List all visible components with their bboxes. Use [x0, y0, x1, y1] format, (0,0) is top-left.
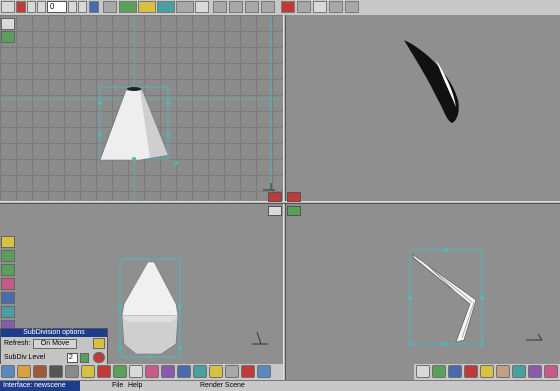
bottom-toolbar-right	[414, 364, 560, 380]
bottom-tool-1-icon[interactable]	[1, 365, 15, 378]
record-button[interactable]	[16, 1, 26, 13]
file-menu[interactable]: File	[112, 381, 123, 391]
on-move-button[interactable]: On Move	[33, 339, 77, 349]
viewport-front[interactable]	[0, 15, 283, 201]
side-spline-icon[interactable]	[1, 264, 15, 276]
bottom-right-tool-8-icon[interactable]	[528, 365, 542, 378]
undo-icon[interactable]	[281, 1, 295, 13]
bottom-tool-14-icon[interactable]	[209, 365, 223, 378]
bottom-right-tool-1-icon[interactable]	[416, 365, 430, 378]
top-toolbar: 0	[0, 0, 560, 16]
bottom-tool-7-icon[interactable]	[97, 365, 111, 378]
bottom-tool-2-icon[interactable]	[17, 365, 31, 378]
bottom-tool-8-icon[interactable]	[113, 365, 127, 378]
subdiv-level-label: SubDiv Level	[4, 354, 46, 361]
subdivision-panel: SubDivision options Refresh: On Move Sub…	[0, 328, 108, 366]
side-scene-icon[interactable]	[1, 306, 15, 318]
refresh-label: Refresh:	[4, 340, 31, 347]
side-add-icon[interactable]	[1, 31, 15, 43]
end-button[interactable]	[89, 1, 99, 13]
rewind-button[interactable]	[27, 1, 36, 13]
bottom-tool-17-icon[interactable]	[257, 365, 271, 378]
help-menu[interactable]: Help	[128, 381, 142, 391]
subdivision-panel-title: SubDivision options	[1, 329, 107, 337]
bottom-toolbar-left	[0, 364, 283, 380]
bottom-right-tool-5-icon[interactable]	[480, 365, 494, 378]
viewport-top[interactable]	[286, 204, 560, 364]
front-view-canvas	[0, 15, 283, 201]
side-select-icon[interactable]	[1, 18, 15, 30]
interface-status: Interface: newscene	[0, 381, 80, 391]
viewport-perspective[interactable]	[286, 15, 560, 201]
refresh-icon[interactable]	[93, 338, 105, 349]
bottom-right-tool-4-icon[interactable]	[464, 365, 478, 378]
status-bar: Interface: newscene File Help Render Sce…	[0, 380, 560, 391]
bottom-right-tool-9-icon[interactable]	[544, 365, 558, 378]
bottom-right-tool-7-icon[interactable]	[512, 365, 526, 378]
subdiv-reset-icon[interactable]	[93, 352, 105, 363]
up-arrow-icon[interactable]	[329, 1, 343, 13]
move-tool-icon[interactable]	[261, 1, 275, 13]
paint-tool-icon[interactable]	[138, 1, 156, 13]
bottom-right-tool-6-icon[interactable]	[496, 365, 510, 378]
bottom-right-tool-3-icon[interactable]	[448, 365, 462, 378]
bottom-tool-13-icon[interactable]	[193, 365, 207, 378]
play-button[interactable]	[78, 1, 87, 13]
check-icon[interactable]	[297, 1, 311, 13]
subdiv-increase-icon[interactable]	[80, 353, 89, 363]
side-light-icon[interactable]	[1, 236, 15, 248]
link-tool-icon[interactable]	[119, 1, 137, 13]
top-view-canvas	[408, 248, 543, 346]
scale-tool-icon[interactable]	[245, 1, 259, 13]
render-scene-label[interactable]: Render Scene	[200, 381, 245, 391]
bottom-tool-3-icon[interactable]	[33, 365, 47, 378]
view-layout-icon-2[interactable]	[287, 192, 301, 202]
camera-icon[interactable]	[313, 1, 327, 13]
bottom-tool-12-icon[interactable]	[177, 365, 191, 378]
bottom-tool-9-icon[interactable]	[129, 365, 143, 378]
rotate-tool-icon[interactable]	[229, 1, 243, 13]
bottom-tool-16-icon[interactable]	[241, 365, 255, 378]
tools-icon[interactable]	[345, 1, 359, 13]
bottom-right-tool-2-icon[interactable]	[432, 365, 446, 378]
bottom-tool-15-icon[interactable]	[225, 365, 239, 378]
bottom-tool-5-icon[interactable]	[65, 365, 79, 378]
object-tool-icon[interactable]	[103, 1, 117, 13]
perspective-view-canvas	[404, 40, 459, 123]
transform-tool-icon[interactable]	[213, 1, 227, 13]
step-forward-button[interactable]	[68, 1, 77, 13]
menu-icon[interactable]	[1, 1, 15, 13]
side-texture-icon[interactable]	[1, 292, 15, 304]
view-layout-icon-3[interactable]	[268, 206, 282, 216]
viewport-divider-vertical[interactable]	[283, 15, 286, 380]
step-back-button[interactable]	[37, 1, 46, 13]
deform-tool-icon[interactable]	[176, 1, 194, 13]
view-layout-icon[interactable]	[268, 192, 282, 202]
side-material-icon[interactable]	[1, 278, 15, 290]
subdiv-level-input[interactable]: 2	[67, 353, 78, 363]
bottom-tool-4-icon[interactable]	[49, 365, 63, 378]
frame-input[interactable]: 0	[47, 1, 67, 13]
bottom-tool-10-icon[interactable]	[145, 365, 159, 378]
view-layout-icon-4[interactable]	[287, 206, 301, 216]
shape-tool-icon[interactable]	[157, 1, 175, 13]
bottom-tool-6-icon[interactable]	[81, 365, 95, 378]
display-tool-icon[interactable]	[195, 1, 209, 13]
bottom-tool-11-icon[interactable]	[161, 365, 175, 378]
side-mesh-icon[interactable]	[1, 250, 15, 262]
